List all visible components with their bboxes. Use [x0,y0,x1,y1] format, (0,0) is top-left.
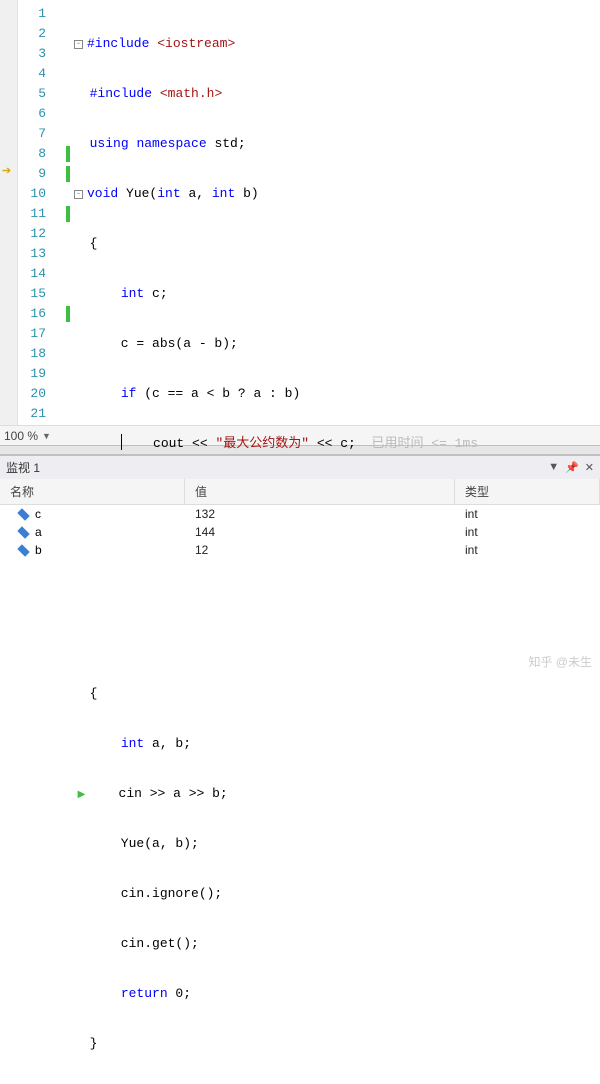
watch-var-type: int [455,525,600,539]
watch-var-name: b [35,543,42,557]
close-icon[interactable]: ✕ [585,461,594,474]
watch-panel: 监视 1 ▼ 📌 ✕ 名称 值 类型 c 132 int a 144 int b… [0,455,600,674]
watch-row[interactable]: a 144 int [0,523,600,541]
watch-var-value: 132 [185,507,455,521]
watch-row[interactable]: c 132 int [0,505,600,523]
watch-header-type[interactable]: 类型 [455,479,600,504]
watch-header-value[interactable]: 值 [185,479,455,504]
change-marker-gutter [56,0,70,425]
watch-var-type: int [455,507,600,521]
watermark: 知乎 @未生 [528,653,592,670]
variable-icon [17,526,29,538]
fold-icon[interactable]: - [74,190,83,199]
current-line-arrow-icon: ➔ [2,164,11,178]
timing-hint: 已用时间 <= 1ms [371,436,478,451]
code-editor[interactable]: ➔ 1234567 891011121314 15161718192021 -#… [0,0,600,425]
run-to-cursor-icon[interactable]: ▶ [78,786,86,806]
watch-row[interactable]: b 12 int [0,541,600,559]
variable-icon [17,544,29,556]
breakpoint-gutter[interactable]: ➔ [0,0,18,425]
watch-header-row: 名称 值 类型 [0,479,600,505]
code-text-area[interactable]: -#include <iostream> #include <math.h> u… [70,0,600,425]
watch-var-name: c [35,507,41,521]
watch-var-value: 12 [185,543,455,557]
zoom-level[interactable]: 100 % [4,429,38,443]
fold-icon[interactable]: - [74,40,83,49]
watch-header-name[interactable]: 名称 [0,479,185,504]
dropdown-icon[interactable]: ▼ [548,461,559,474]
pin-icon[interactable]: 📌 [565,461,579,474]
line-number-gutter: 1234567 891011121314 15161718192021 [18,0,56,425]
watch-var-value: 144 [185,525,455,539]
watch-panel-title: 监视 1 [6,459,40,476]
variable-icon [17,508,29,520]
watch-var-name: a [35,525,42,539]
watch-var-type: int [455,543,600,557]
watch-panel-title-bar[interactable]: 监视 1 ▼ 📌 ✕ [0,456,600,479]
chevron-down-icon[interactable]: ▼ [42,431,51,441]
